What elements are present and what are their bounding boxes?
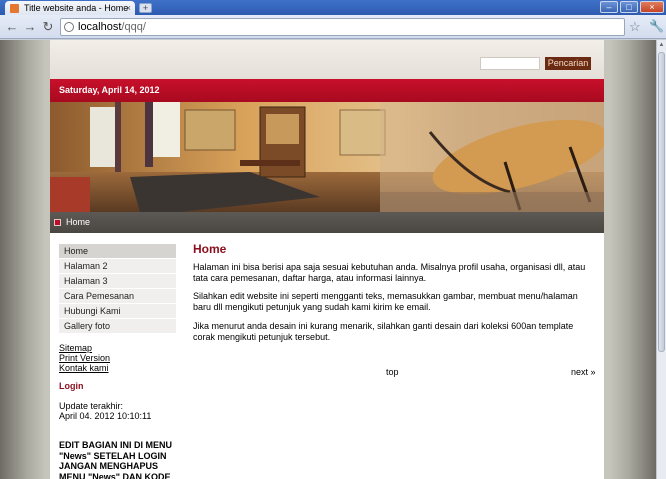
bookmark-star-icon[interactable]: ☆ xyxy=(629,19,641,35)
scroll-up-icon[interactable]: ▲ xyxy=(657,40,666,50)
top-link[interactable]: top xyxy=(386,367,399,377)
sidebar-menu: Home Halaman 2 Halaman 3 Cara Pemesanan … xyxy=(59,244,176,334)
sidebar-item-halaman-3[interactable]: Halaman 3 xyxy=(59,274,176,288)
content-paragraph: Jika menurut anda desain ini kurang mena… xyxy=(193,321,574,342)
next-link[interactable]: next » xyxy=(571,367,596,377)
breadcrumb-home-link[interactable]: Home xyxy=(66,212,90,233)
page-viewport: Pencarian Saturday, April 14, 2012 Home … xyxy=(0,40,656,479)
content-paragraph: Silahkan edit website ini seperti mengga… xyxy=(193,291,578,312)
favicon-icon xyxy=(10,4,19,13)
search-input[interactable] xyxy=(480,57,540,70)
close-window-button[interactable]: × xyxy=(640,1,664,13)
close-tab-icon[interactable]: × xyxy=(126,1,131,15)
search-button[interactable]: Pencarian xyxy=(545,57,591,70)
sitemap-link[interactable]: Sitemap xyxy=(59,343,110,353)
address-bar[interactable]: localhost/qqq/ xyxy=(60,18,625,36)
sidebar-item-hubungi-kami[interactable]: Hubungi Kami xyxy=(59,304,176,318)
date-bar: Saturday, April 14, 2012 xyxy=(50,79,604,102)
back-icon[interactable]: ← xyxy=(4,19,20,35)
contact-link[interactable]: Kontak kami xyxy=(59,363,110,373)
new-tab-button[interactable]: + xyxy=(139,3,152,13)
last-update-date: April 04. 2012 10:10:11 xyxy=(59,411,152,421)
vertical-scrollbar[interactable]: ▲ xyxy=(656,40,666,479)
page-title: Home xyxy=(193,242,227,256)
content-paragraph: Halaman ini bisa berisi apa saja sesuai … xyxy=(193,262,586,283)
wrench-icon[interactable]: 🔧 xyxy=(649,19,664,33)
last-update-label: Update terakhir: xyxy=(59,401,124,411)
header-band: Pencarian xyxy=(50,40,604,79)
reload-icon[interactable]: ↻ xyxy=(40,19,56,35)
minimize-button[interactable]: – xyxy=(600,1,618,13)
breadcrumb-bar: Home xyxy=(50,212,604,233)
sidebar-item-halaman-2[interactable]: Halaman 2 xyxy=(59,259,176,273)
sidebar-item-gallery-foto[interactable]: Gallery foto xyxy=(59,319,176,333)
url-text: localhost/qqq/ xyxy=(78,21,146,33)
sidebar-links: Sitemap Print Version Kontak kami xyxy=(59,343,110,373)
header-banner-image xyxy=(50,102,604,212)
print-version-link[interactable]: Print Version xyxy=(59,353,110,363)
browser-toolbar: ← → ↻ localhost/qqq/ ☆ 🔧 xyxy=(0,15,666,39)
maximize-button[interactable]: □ xyxy=(620,1,638,13)
login-link[interactable]: Login xyxy=(59,381,84,391)
forward-icon[interactable]: → xyxy=(22,19,38,35)
sidebar-item-cara-pemesanan[interactable]: Cara Pemesanan xyxy=(59,289,176,303)
tab-title: Title website anda - Home xyxy=(24,3,129,13)
bullet-icon xyxy=(54,219,61,226)
browser-tab[interactable]: Title website anda - Home × xyxy=(5,1,135,15)
sidebar-item-home[interactable]: Home xyxy=(59,244,176,258)
page-icon xyxy=(64,22,74,32)
page-container: Pencarian Saturday, April 14, 2012 Home … xyxy=(50,40,604,479)
news-edit-note: EDIT BAGIAN INI DI MENU "News" SETELAH L… xyxy=(59,440,173,479)
window-titlebar: Title website anda - Home × + – □ × xyxy=(0,0,666,15)
scroll-thumb[interactable] xyxy=(658,52,665,352)
